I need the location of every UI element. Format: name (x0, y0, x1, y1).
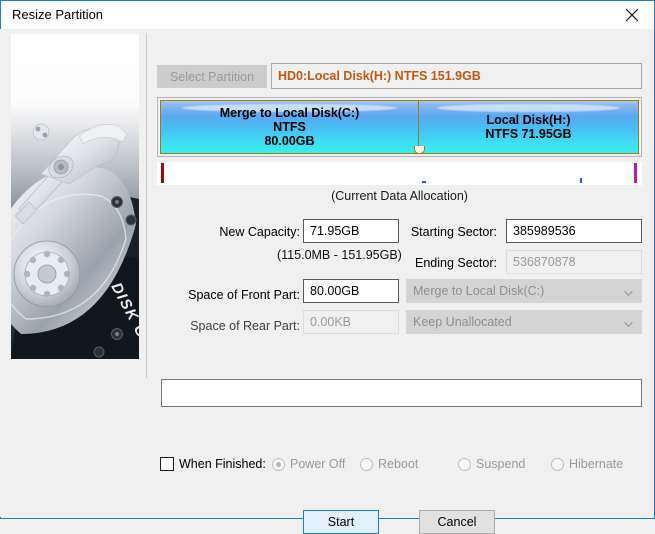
space-rear-input: 0.00KB (303, 310, 399, 334)
hard-disk-photo: DISK GENIUS (11, 34, 139, 359)
front-partition-name: Merge to Local Disk(C:) (220, 106, 360, 120)
when-finished-checkbox[interactable] (160, 457, 174, 471)
capacity-range-note: (115.0MB - 151.95GB) (277, 248, 402, 262)
radio-power-off-label: Power Off (290, 457, 345, 471)
target-partition-bar[interactable]: Local Disk(H:) NTFS 71.95GB (418, 100, 639, 154)
radio-indicator (360, 458, 373, 471)
chevron-down-icon (624, 320, 633, 329)
ending-sector-label: Ending Sector: (404, 256, 497, 270)
when-finished-label: When Finished: (179, 457, 266, 471)
title-bar: Resize Partition (0, 0, 655, 29)
front-partition-size: 80.00GB (264, 134, 314, 148)
select-partition-label: Select Partition (170, 70, 254, 84)
space-rear-label: Space of Rear Part: (156, 319, 300, 333)
when-finished-row: When Finished: (160, 454, 266, 474)
selected-partition-text: HD0:Local Disk(H:) NTFS 151.9GB (272, 69, 481, 83)
select-partition-button[interactable]: Select Partition (157, 65, 267, 88)
front-part-action-select: Merge to Local Disk(C:) (406, 279, 642, 303)
start-button[interactable]: Start (303, 510, 379, 534)
target-partition-name: Local Disk(H:) (486, 113, 570, 127)
radio-reboot: Reboot (360, 454, 418, 474)
radio-suspend-label: Suspend (476, 457, 525, 471)
hard-disk-illustration: DISK GENIUS (11, 34, 139, 359)
cancel-button[interactable]: Cancel (419, 510, 495, 534)
chevron-down-icon (624, 289, 633, 298)
radio-reboot-label: Reboot (378, 457, 418, 471)
bar-gloss-highlight (437, 104, 621, 112)
panel-divider (146, 33, 147, 378)
front-partition-bar[interactable]: Merge to Local Disk(C:) NTFS 80.00GB (160, 100, 418, 154)
radio-indicator (458, 458, 471, 471)
front-partition-fs: NTFS (273, 120, 306, 134)
starting-sector-label: Starting Sector: (404, 225, 497, 239)
progress-status-box (161, 379, 642, 407)
radio-indicator (551, 458, 564, 471)
new-capacity-input[interactable]: 71.95GB (303, 219, 399, 243)
radio-hibernate-label: Hibernate (569, 457, 623, 471)
ending-sector-input: 536870878 (506, 250, 642, 274)
cancel-button-label: Cancel (438, 515, 477, 529)
selected-partition-display: HD0:Local Disk(H:) NTFS 151.9GB (271, 63, 642, 89)
front-part-action-value: Merge to Local Disk(C:) (413, 284, 544, 298)
allocation-caption: (Current Data Allocation) (157, 189, 642, 203)
dialog-body: DISK GENIUS Select Partition HD0:Local D… (0, 29, 653, 517)
radio-indicator (272, 458, 285, 471)
starting-sector-input[interactable]: 385989536 (506, 219, 642, 243)
rear-part-action-value: Keep Unallocated (413, 315, 512, 329)
space-front-label: Space of Front Part: (156, 288, 300, 302)
radio-suspend: Suspend (458, 454, 525, 474)
target-partition-size: NTFS 71.95GB (485, 127, 571, 141)
start-button-label: Start (328, 515, 354, 529)
track-tick-marker (422, 181, 426, 183)
track-tick-marker (580, 178, 582, 183)
close-icon[interactable] (609, 1, 654, 29)
space-front-input[interactable]: 80.00GB (303, 279, 399, 303)
partition-drag-track[interactable] (157, 162, 642, 185)
radio-power-off: Power Off (272, 454, 345, 474)
partition-map: Merge to Local Disk(C:) NTFS 80.00GB Loc… (157, 97, 642, 157)
window-title: Resize Partition (12, 7, 103, 22)
right-boundary-handle[interactable] (634, 163, 637, 183)
radio-hibernate: Hibernate (551, 454, 623, 474)
new-capacity-label: New Capacity: (156, 225, 300, 239)
rear-part-action-select: Keep Unallocated (406, 310, 642, 334)
left-boundary-handle[interactable] (161, 163, 164, 183)
